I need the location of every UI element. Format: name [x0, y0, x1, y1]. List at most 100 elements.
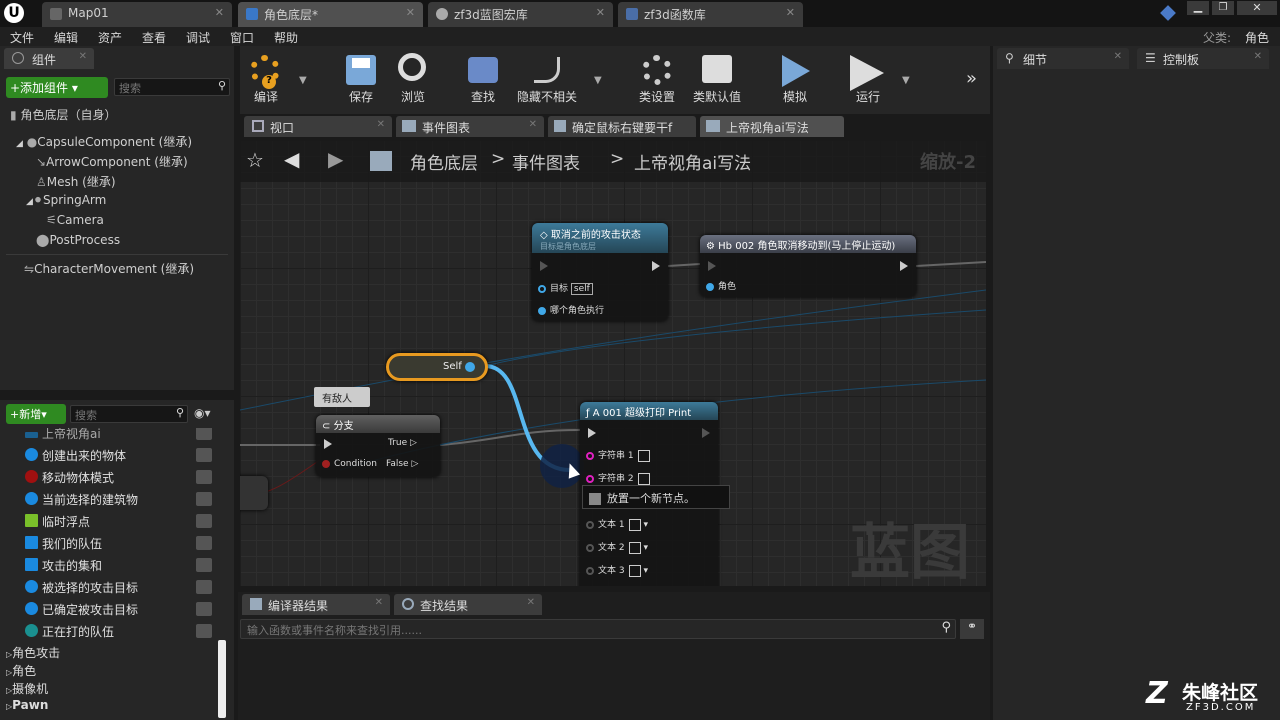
pin-dot-icon[interactable] — [465, 362, 475, 372]
close-icon[interactable]: ✕ — [1114, 51, 1122, 62]
pin-string-2[interactable]: 字符串 2 — [586, 471, 650, 485]
list-item[interactable]: 当前选择的建筑物 — [8, 488, 214, 510]
text-input-box[interactable] — [628, 541, 641, 554]
unreal-logo-icon[interactable]: U — [4, 3, 24, 23]
pin-true[interactable]: True ▷ — [388, 438, 417, 448]
compile-button[interactable]: ? 编译 — [242, 49, 290, 109]
list-item[interactable]: 攻击的集和 — [8, 554, 214, 576]
pin-role[interactable]: 哪个角色执行 — [538, 303, 604, 316]
scrollbar[interactable] — [218, 640, 226, 718]
category-character-attack[interactable]: ▷角色攻击 — [6, 644, 60, 661]
list-item-partial[interactable]: 上帝视角ai — [8, 428, 214, 444]
simulate-button[interactable]: 模拟 — [772, 49, 818, 109]
close-icon[interactable]: ✕ — [596, 6, 605, 19]
component-mesh[interactable]: ♙Mesh (继承) — [36, 173, 116, 190]
visibility-eye-icon[interactable] — [196, 536, 212, 550]
blueprint-search-input[interactable]: 搜索 ⚲ — [70, 405, 188, 423]
breadcrumb-character-base[interactable]: 角色底层 — [410, 149, 478, 174]
pin-text-2[interactable]: 文本 2 ▾ — [586, 540, 648, 554]
tab-right-click-graph[interactable]: 确定鼠标右键要干f — [548, 116, 696, 137]
parent-class-value[interactable]: 角色 — [1245, 29, 1269, 46]
component-camera[interactable]: ⚟Camera — [46, 213, 104, 227]
find-references-input[interactable]: 输入函数或事件名称来查找引用...... ⚲ — [240, 619, 956, 639]
menu-help[interactable]: 帮助 — [274, 29, 298, 46]
component-character-movement[interactable]: ⇋CharacterMovement (继承) — [24, 260, 194, 277]
hide-options-chevron-icon[interactable]: ▼ — [594, 75, 602, 86]
category-character[interactable]: ▷角色 — [6, 662, 36, 679]
text-input-box[interactable] — [637, 449, 650, 462]
tab-character-base[interactable]: 角色底层* ✕ — [238, 2, 423, 27]
close-icon[interactable]: ✕ — [1254, 51, 1262, 62]
add-new-button[interactable]: +新增▾ — [6, 404, 66, 424]
minimize-button[interactable]: ▁ — [1187, 1, 1209, 15]
exec-out-pin[interactable] — [900, 261, 908, 271]
pin-text-1[interactable]: 文本 1 ▾ — [586, 517, 648, 531]
expand-arrow-icon[interactable]: ◢ — [16, 139, 23, 149]
exec-in-pin[interactable] — [588, 428, 596, 438]
list-item[interactable]: 我们的队伍 — [8, 532, 214, 554]
node-partial[interactable] — [240, 476, 268, 510]
tab-event-graph[interactable]: 事件图表 ✕ — [396, 116, 544, 137]
tab-god-view-ai[interactable]: 上帝视角ai写法 — [700, 116, 844, 137]
node-hb002[interactable]: ⚙ Hb 002 角色取消移动到(马上停止运动) 角色 — [700, 235, 916, 297]
pin-false[interactable]: False ▷ — [386, 459, 418, 469]
visibility-eye-icon[interactable] — [196, 602, 212, 616]
component-capsule[interactable]: ◢ ●CapsuleComponent (继承) — [16, 133, 192, 150]
browse-button[interactable]: 浏览 — [390, 49, 436, 109]
close-icon[interactable]: ✕ — [406, 6, 415, 19]
pin-condition[interactable]: Condition — [322, 459, 377, 469]
list-item[interactable]: 被选择的攻击目标 — [8, 576, 214, 598]
blueprint-graph[interactable]: 蓝图 ◇ 取消之前的攻击状态 目标是角色底层 目标 self 哪个角色执行 ⚙ … — [240, 140, 986, 586]
pin-role[interactable]: 角色 — [706, 279, 736, 292]
save-button[interactable]: 保存 — [338, 49, 384, 109]
list-item[interactable]: 移动物体模式 — [8, 466, 214, 488]
component-arrow[interactable]: ↘ArrowComponent (继承) — [36, 153, 188, 170]
tab-compiler-results[interactable]: 编译器结果 ✕ — [242, 594, 390, 615]
expand-arrow-icon[interactable]: ◢ — [26, 197, 33, 207]
category-pawn[interactable]: ▷Pawn — [6, 698, 48, 712]
node-self[interactable]: Self — [386, 353, 488, 381]
menu-window[interactable]: 窗口 — [230, 29, 254, 46]
exec-out-pin[interactable] — [652, 261, 660, 271]
tab-map01[interactable]: Map01 ✕ — [42, 2, 232, 27]
exec-out-pin[interactable] — [702, 428, 710, 438]
visibility-eye-icon[interactable] — [196, 470, 212, 484]
component-postprocess[interactable]: ⬤PostProcess — [36, 233, 120, 247]
tab-macro-library[interactable]: zf3d蓝图宏库 ✕ — [428, 2, 613, 27]
close-icon[interactable]: ✕ — [529, 119, 537, 130]
tab-function-library[interactable]: zf3d函数库 ✕ — [618, 2, 803, 27]
back-arrow-icon[interactable]: ◀ — [284, 147, 299, 171]
close-icon[interactable]: ✕ — [377, 119, 385, 130]
close-icon[interactable]: ✕ — [215, 6, 224, 19]
exec-in-pin[interactable] — [540, 261, 548, 271]
visibility-eye-icon[interactable] — [196, 492, 212, 506]
visibility-eye-icon[interactable] — [196, 624, 212, 638]
list-item[interactable]: 正在打的队伍 — [8, 620, 214, 642]
comment-bubble[interactable]: 有敌人 — [314, 387, 370, 407]
class-settings-button[interactable]: 类设置 — [634, 49, 680, 109]
close-icon[interactable]: ✕ — [375, 597, 383, 608]
restore-button[interactable]: ❐ — [1212, 1, 1234, 15]
list-item[interactable]: 创建出来的物体 — [8, 444, 214, 466]
component-search-input[interactable]: 搜索 ⚲ — [114, 78, 230, 96]
toolbar-overflow-icon[interactable]: » — [966, 68, 977, 89]
pin-string-1[interactable]: 字符串 1 — [586, 448, 650, 462]
visibility-eye-icon[interactable] — [196, 580, 212, 594]
breadcrumb-current[interactable]: 上帝视角ai写法 — [634, 149, 751, 174]
menu-asset[interactable]: 资产 — [98, 29, 122, 46]
hide-unrelated-button[interactable]: 隐藏不相关 — [512, 49, 582, 109]
text-input-box[interactable] — [628, 564, 641, 577]
pin-target[interactable]: 目标 self — [538, 281, 593, 295]
tab-details[interactable]: ⚲ 细节 ✕ — [997, 48, 1129, 69]
view-options-eye-icon[interactable]: ◉▾ — [194, 406, 211, 420]
list-item[interactable]: 临时浮点 — [8, 510, 214, 532]
category-camera[interactable]: ▷摄像机 — [6, 680, 48, 697]
add-component-button[interactable]: +添加组件 ▾ — [6, 77, 108, 98]
source-control-icon[interactable] — [1160, 5, 1176, 21]
node-cancel-attack[interactable]: ◇ 取消之前的攻击状态 目标是角色底层 目标 self 哪个角色执行 — [532, 223, 668, 321]
tab-components[interactable]: 组件 ✕ — [4, 48, 94, 69]
class-defaults-button[interactable]: 类默认值 — [688, 49, 746, 109]
tab-viewport[interactable]: 视口 ✕ — [244, 116, 392, 137]
visibility-eye-icon[interactable] — [196, 448, 212, 462]
menu-view[interactable]: 查看 — [142, 29, 166, 46]
